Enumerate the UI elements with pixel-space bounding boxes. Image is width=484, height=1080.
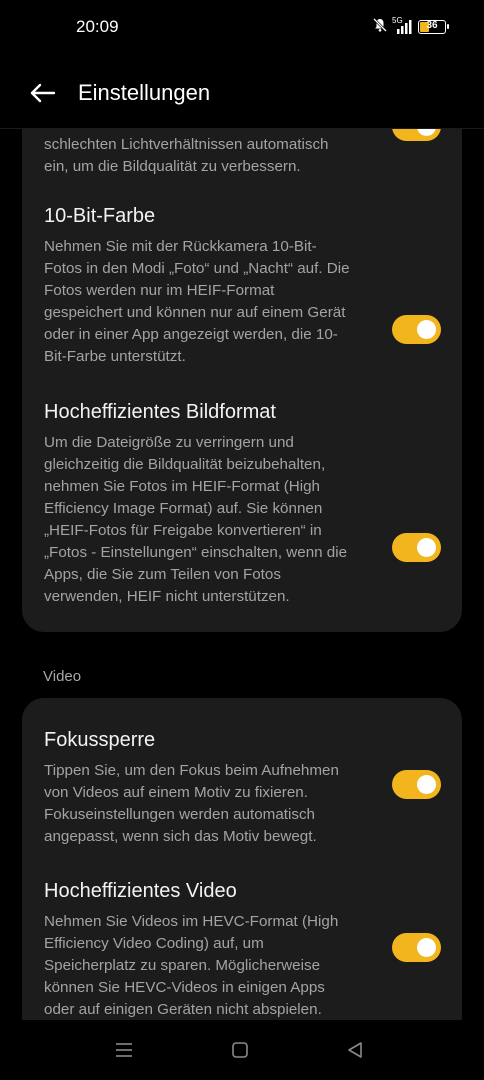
item-description: Nehmen Sie mit der Rückkamera 10-Bit-Fot…	[44, 238, 350, 365]
desc-line: ein, um die Bildqualität zu verbessern.	[44, 158, 301, 175]
menu-button[interactable]	[114, 1040, 134, 1060]
battery-icon: 36	[418, 20, 449, 34]
toggle-knob	[417, 320, 436, 339]
toggle-switch[interactable]	[392, 128, 441, 141]
item-title: Hocheffizientes Video	[44, 880, 237, 902]
status-icons: 5G 36	[372, 16, 449, 38]
list-item-focus-lock[interactable]: Fokussperre Tippen Sie, um den Fokus bei…	[44, 726, 444, 848]
desc-line: schlechten Lichtverhältnissen automatisc…	[44, 136, 329, 153]
item-description: Nehmen Sie Videos im HEVC-Format (High E…	[44, 913, 339, 1018]
toggle-focus-lock[interactable]	[392, 770, 441, 799]
item-title: 10-Bit-Farbe	[44, 205, 156, 227]
back-button[interactable]	[28, 78, 58, 108]
nav-back-button[interactable]	[345, 1040, 365, 1060]
list-item-heif-format[interactable]: Hocheffizientes Bildformat Um die Dateig…	[44, 398, 444, 608]
status-bar: 20:09 5G 36	[0, 0, 484, 56]
item-description: schlechten Lichtverhältnissen automatisc…	[44, 134, 374, 178]
arrow-left-icon	[30, 83, 56, 103]
toggle-heif-format[interactable]	[392, 533, 441, 562]
menu-icon	[116, 1043, 132, 1057]
list-item-10-bit-color[interactable]: 10-Bit-Farbe Nehmen Sie mit der Rückkame…	[44, 202, 444, 368]
list-item-hevc-video[interactable]: Hocheffizientes Video Nehmen Sie Videos …	[44, 877, 444, 1020]
bell-muted-icon	[372, 17, 388, 38]
toggle-knob	[417, 775, 436, 794]
item-title: Hocheffizientes Bildformat	[44, 401, 276, 423]
item-description: Tippen Sie, um den Fokus beim Aufnehmen …	[44, 762, 339, 845]
home-button[interactable]	[230, 1040, 250, 1060]
toggle-knob	[417, 538, 436, 557]
item-title: Fokussperre	[44, 729, 156, 751]
back-triangle-icon	[348, 1042, 362, 1058]
navigation-bar	[0, 1020, 484, 1080]
app-bar: Einstellungen	[0, 56, 484, 129]
video-settings-card: Fokussperre Tippen Sie, um den Fokus bei…	[22, 698, 462, 1020]
toggle-knob	[417, 128, 436, 136]
home-icon	[232, 1042, 248, 1058]
toggle-hevc-video[interactable]	[392, 933, 441, 962]
list-item[interactable]: schlechten Lichtverhältnissen automatisc…	[44, 134, 444, 178]
battery-percent: 36	[426, 20, 438, 31]
clock: 20:09	[76, 17, 119, 36]
photo-settings-card: schlechten Lichtverhältnissen automatisc…	[22, 128, 462, 632]
battery-cap	[447, 24, 449, 29]
section-title-video: Video	[43, 668, 82, 685]
toggle-10-bit-color[interactable]	[392, 315, 441, 344]
toggle-knob	[417, 938, 436, 957]
settings-list[interactable]: schlechten Lichtverhältnissen automatisc…	[0, 128, 484, 1020]
item-description: Um die Dateigröße zu verringern und glei…	[44, 434, 348, 605]
signal-icon: 5G	[392, 16, 412, 35]
page-title: Einstellungen	[78, 80, 211, 105]
